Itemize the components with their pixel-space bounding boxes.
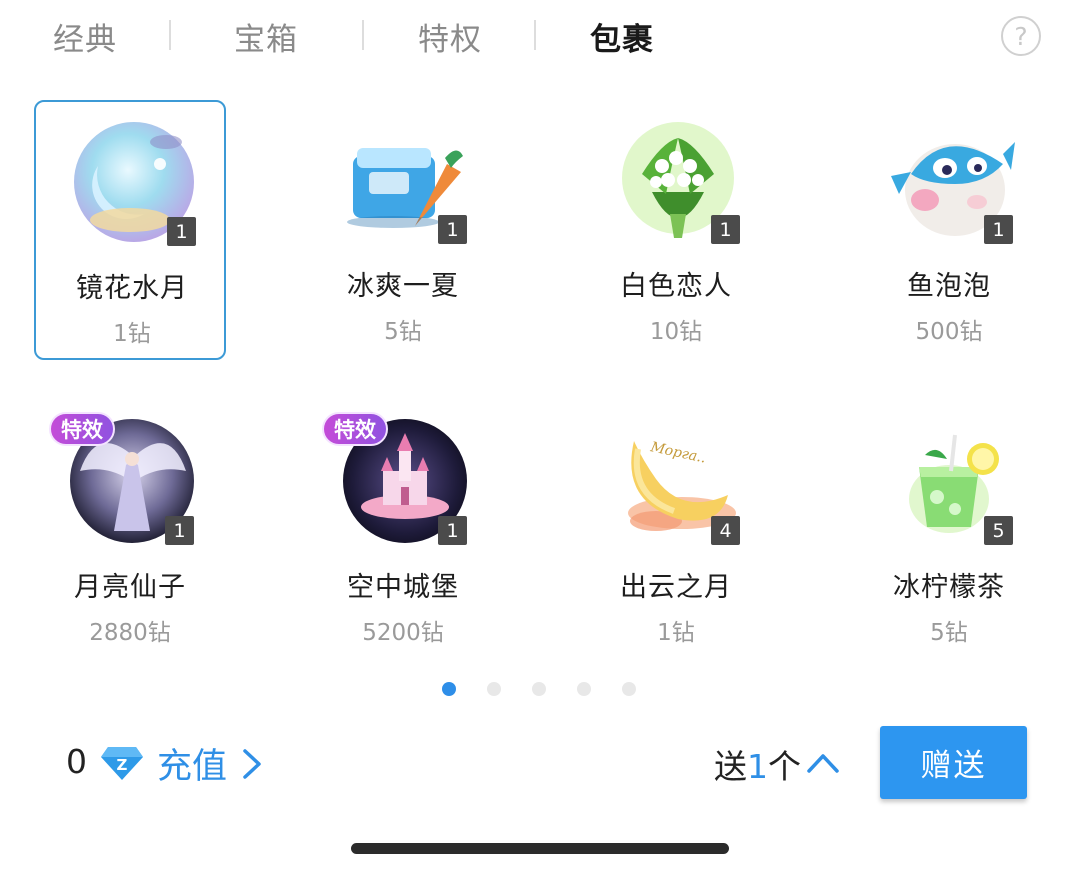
special-effect-badge: 特效 [322,412,388,446]
diamond-icon: Z [101,747,143,780]
tab-privilege[interactable]: 特权 [418,14,482,59]
gift-item-yupaopao[interactable]: 1 鱼泡泡 500钻 [853,100,1045,360]
gift-name: 冰柠檬茶 [893,572,1005,603]
question-circle-icon[interactable]: ? [1001,16,1041,56]
send-quantity-value[interactable]: 1 [747,747,768,786]
moon-script-text: Морга.. [648,439,707,467]
gift-item-bingshuangyixia[interactable]: 1 冰爽一夏 5钻 [307,100,499,360]
send-gift-button[interactable]: 赠送 [880,726,1027,799]
gift-item-jinghuashuiyue[interactable]: 1 镜花水月 1钻 [34,100,226,360]
gift-item-baiselianren[interactable]: 1 白色恋人 10钻 [580,100,772,360]
chevron-up-icon[interactable] [806,751,840,775]
page-dot-1[interactable] [442,682,456,696]
gift-item-kongzhongchengbao[interactable]: 特效 1 空中城堡 5200钻 [307,401,499,661]
gift-name: 白色恋人 [620,271,732,302]
gift-name: 镜花水月 [76,273,188,304]
tab-package[interactable]: 包裹 [590,14,654,59]
tab-divider [534,20,536,50]
gift-item-chuyunzhiyue[interactable]: Морга.. 4 出云之月 1钻 [580,401,772,661]
gift-item-yueliangxianzi[interactable]: 特效 1 月亮仙子 2880钻 [34,401,226,661]
send-quantity-label: 送1个 [714,740,801,788]
gift-item-bingningmengcha[interactable]: 5 冰柠檬茶 5钻 [853,401,1045,661]
gift-name: 空中城堡 [347,572,459,603]
gift-price: 500钻 [915,319,983,345]
page-dot-3[interactable] [532,682,546,696]
gift-price: 10钻 [649,319,703,345]
home-indicator [351,843,729,854]
gift-count-badge: 1 [438,215,467,244]
gift-count-badge: 1 [167,217,196,246]
gift-price: 5200钻 [362,620,444,646]
gift-name: 鱼泡泡 [907,271,991,302]
gift-name: 月亮仙子 [74,572,186,603]
gift-price: 1钻 [657,620,695,646]
tab-treasure-box[interactable]: 宝箱 [234,14,298,59]
gift-count-badge: 1 [984,215,1013,244]
send-prefix: 送 [714,747,747,786]
gift-tabs: 经典 宝箱 特权 包裹 ? [0,0,1080,72]
recharge-link[interactable]: 充值 [157,738,227,789]
gift-name: 冰爽一夏 [347,271,459,302]
page-dot-5[interactable] [622,682,636,696]
gift-price: 2880钻 [89,620,171,646]
chevron-right-icon[interactable] [240,748,264,780]
gift-count-badge: 1 [438,516,467,545]
special-effect-badge: 特效 [49,412,115,446]
tab-classic[interactable]: 经典 [53,14,117,59]
gift-price: 5钻 [930,620,968,646]
svg-text:Z: Z [117,756,128,774]
send-suffix: 个 [768,747,801,786]
gift-price: 1钻 [113,321,151,347]
gift-name: 出云之月 [620,572,732,603]
diamond-balance: 0 [66,742,87,781]
gift-count-badge: 4 [711,516,740,545]
tab-divider [362,20,364,50]
gift-count-badge: 5 [984,516,1013,545]
page-dot-4[interactable] [577,682,591,696]
gift-price: 5钻 [384,319,422,345]
gift-count-badge: 1 [165,516,194,545]
tab-divider [169,20,171,50]
page-dot-2[interactable] [487,682,501,696]
gift-count-badge: 1 [711,215,740,244]
